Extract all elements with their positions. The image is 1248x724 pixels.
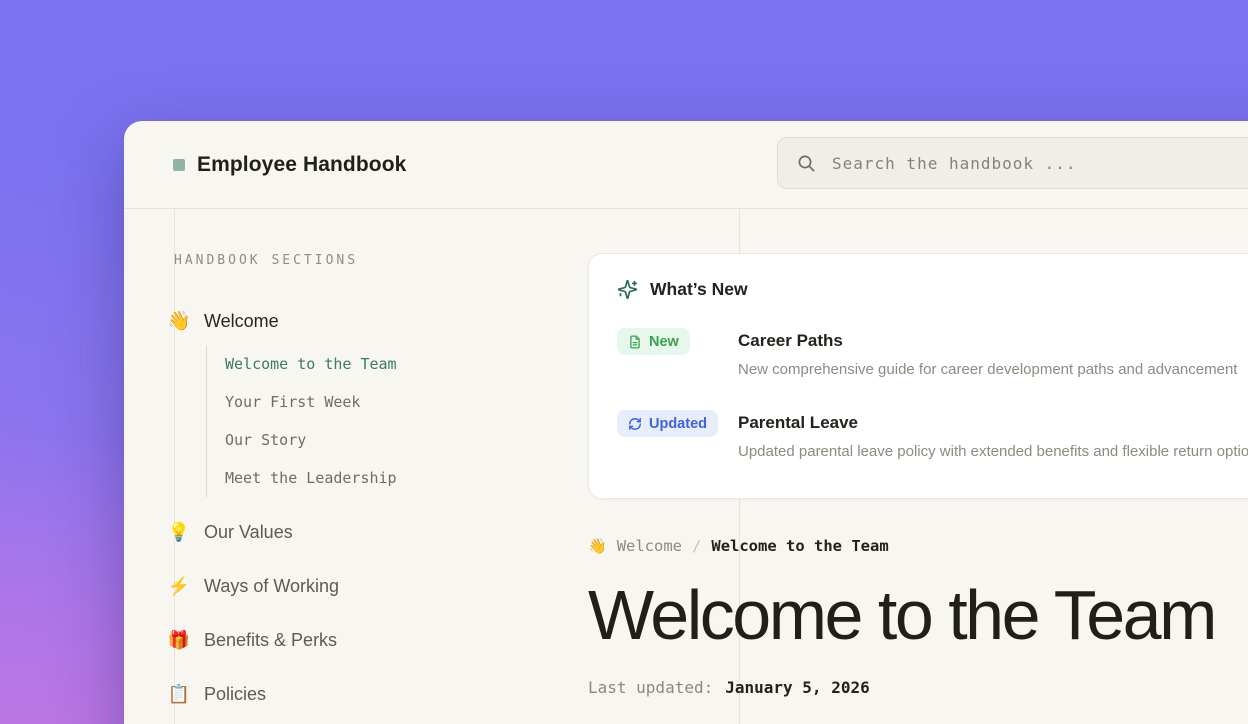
search-bar[interactable] [777, 137, 1248, 189]
sidebar-item-label: Benefits & Perks [204, 613, 337, 667]
search-icon [797, 154, 816, 173]
breadcrumb-page: Welcome to the Team [711, 535, 888, 557]
sidebar-subitem-our-story[interactable]: Our Story [225, 421, 554, 459]
refresh-icon [628, 417, 642, 431]
sidebar-item-label: Policies [204, 667, 266, 721]
sidebar-item-our-values[interactable]: 💡 Our Values [174, 505, 554, 559]
item-title: Parental Leave [738, 410, 1248, 435]
sidebar-other-sections: 💡 Our Values ⚡ Ways of Working 🎁 Benefit… [174, 505, 554, 721]
sidebar-section-label: HANDBOOK SECTIONS [174, 253, 554, 269]
item-description: Updated parental leave policy with exten… [738, 440, 1248, 464]
breadcrumb: 👋 Welcome / Welcome to the Team [588, 535, 1248, 557]
new-badge: New [617, 328, 690, 355]
updated-badge: Updated [617, 410, 718, 437]
app-header: Employee Handbook [124, 121, 1248, 209]
badge-label: Updated [649, 416, 707, 432]
lightbulb-icon: 💡 [167, 523, 191, 541]
last-updated-value: January 5, 2026 [725, 678, 870, 697]
sidebar-item-label: Our Values [204, 505, 293, 559]
search-input[interactable] [832, 154, 1248, 173]
brand-square-icon [173, 159, 185, 171]
gift-icon: 🎁 [167, 631, 191, 649]
sidebar-subitem-your-first-week[interactable]: Your First Week [225, 383, 554, 421]
whats-new-card: What’s New New Career Paths New comprehe… [588, 253, 1248, 499]
wave-icon: 👋 [167, 312, 191, 331]
sidebar-item-policies[interactable]: 📋 Policies [174, 667, 554, 721]
last-updated: Last updated: January 5, 2026 [588, 678, 1248, 698]
app-window: Employee Handbook HANDBOOK SECTIONS 👋 We… [124, 121, 1248, 724]
sidebar-welcome-subsections: Welcome to the Team Your First Week Our … [206, 345, 554, 497]
item-description: New comprehensive guide for career devel… [738, 358, 1248, 382]
whats-new-header: What’s New [617, 276, 1248, 302]
sidebar-item-benefits-perks[interactable]: 🎁 Benefits & Perks [174, 613, 554, 667]
breadcrumb-separator: / [692, 535, 701, 557]
lightning-icon: ⚡ [167, 577, 191, 595]
sparkles-icon [617, 279, 638, 300]
sidebar-item-label: Welcome [204, 307, 279, 335]
app-title: Employee Handbook [197, 153, 406, 177]
sidebar-item-welcome[interactable]: 👋 Welcome [174, 307, 554, 335]
clipboard-icon: 📋 [167, 685, 191, 703]
sidebar-subitem-welcome-to-the-team[interactable]: Welcome to the Team [225, 345, 554, 383]
item-title: Career Paths [738, 328, 1248, 353]
sidebar-item-ways-of-working[interactable]: ⚡ Ways of Working [174, 559, 554, 613]
whats-new-item[interactable]: Parental Leave Updated parental leave po… [738, 410, 1248, 464]
breadcrumb-section[interactable]: Welcome [617, 535, 682, 557]
sidebar: HANDBOOK SECTIONS 👋 Welcome Welcome to t… [174, 253, 554, 721]
page-title: Welcome to the Team [588, 579, 1248, 652]
sidebar-item-label: Ways of Working [204, 559, 339, 613]
main-content: What’s New New Career Paths New comprehe… [588, 253, 1248, 698]
wave-icon: 👋 [588, 535, 607, 557]
whats-new-title: What’s New [650, 279, 748, 300]
badge-label: New [649, 334, 679, 350]
brand: Employee Handbook [173, 121, 406, 209]
whats-new-item[interactable]: Career Paths New comprehensive guide for… [738, 328, 1248, 382]
last-updated-label: Last updated: [588, 678, 713, 697]
whats-new-list: New Career Paths New comprehensive guide… [617, 328, 1248, 464]
file-text-icon [628, 335, 642, 349]
sidebar-subitem-meet-the-leadership[interactable]: Meet the Leadership [225, 459, 554, 497]
